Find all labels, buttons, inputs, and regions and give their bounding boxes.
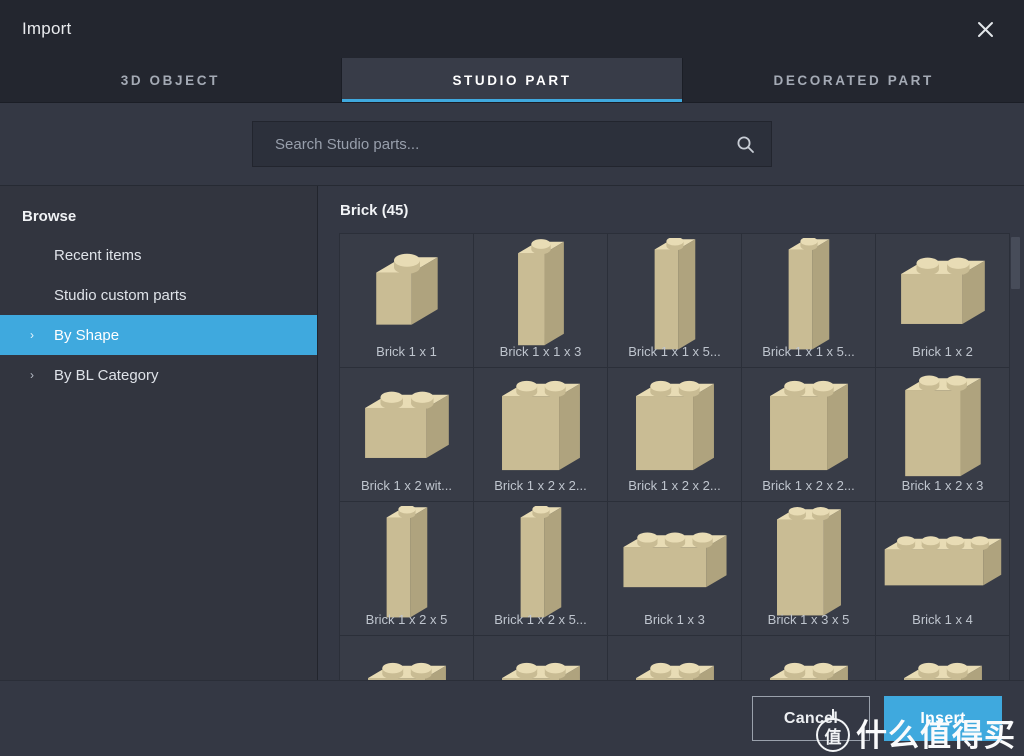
browse-sidebar: Browse Recent items Studio custom parts … [0, 186, 318, 680]
part-cell[interactable] [340, 636, 474, 680]
part-cell[interactable]: Brick 1 x 3 x 5 [742, 502, 876, 636]
tab-label: 3D OBJECT [120, 72, 220, 88]
chevron-right-icon[interactable]: › [30, 368, 54, 382]
part-cell[interactable] [742, 636, 876, 680]
part-cell[interactable]: Brick 1 x 2 x 5 [340, 502, 474, 636]
part-cell[interactable]: Brick 1 x 1 x 3 [474, 234, 608, 368]
part-thumbnail-icon [742, 636, 875, 680]
part-label: Brick 1 x 2 x 5 [365, 612, 448, 627]
part-thumbnail-icon [608, 636, 741, 680]
part-cell[interactable]: Brick 1 x 2 x 2... [608, 368, 742, 502]
part-cell[interactable]: Brick 1 x 2 x 3 [876, 368, 1010, 502]
part-label: Brick 1 x 3 x 5 [767, 612, 850, 627]
part-label: Brick 1 x 2 x 3 [901, 478, 984, 493]
part-cell[interactable]: Brick 1 x 2 wit... [340, 368, 474, 502]
part-label: Brick 1 x 2 wit... [360, 478, 453, 493]
search-zone [0, 103, 1024, 185]
parts-scrollbar-thumb[interactable] [1011, 237, 1020, 289]
part-label: Brick 1 x 2 x 2... [494, 478, 587, 493]
part-label: Brick 1 x 2 x 2... [628, 478, 721, 493]
part-cell[interactable]: Brick 1 x 4 [876, 502, 1010, 636]
import-tabbar: 3D OBJECT STUDIO PART DECORATED PART [0, 58, 1024, 103]
sidebar-item-label: Recent items [54, 246, 142, 264]
dialog-body: Browse Recent items Studio custom parts … [0, 185, 1024, 680]
close-icon[interactable] [968, 12, 1002, 46]
tab-label: DECORATED PART [773, 72, 934, 88]
part-label: Brick 1 x 1 x 3 [499, 344, 582, 359]
part-cell[interactable]: Brick 1 x 2 x 2... [742, 368, 876, 502]
part-cell[interactable] [608, 636, 742, 680]
cancel-button[interactable]: Cancel [752, 696, 870, 741]
sidebar-item-label: By BL Category [54, 366, 159, 384]
search-icon[interactable] [736, 135, 755, 154]
tab-decorated-part[interactable]: DECORATED PART [683, 58, 1024, 102]
sidebar-item-recent-items[interactable]: Recent items [0, 235, 317, 275]
part-cell[interactable] [876, 636, 1010, 680]
part-cell[interactable]: Brick 1 x 1 [340, 234, 474, 368]
tab-label: STUDIO PART [452, 72, 572, 88]
import-dialog: Import 3D OBJECT STUDIO PART DECORATED P… [0, 0, 1024, 756]
sidebar-item-label: By Shape [54, 326, 120, 344]
part-thumbnail-icon [340, 636, 473, 680]
part-thumbnail-icon [474, 636, 607, 680]
parts-scroll-area[interactable]: Brick 1 x 1 Brick 1 x 1 x 3 Brick 1 x 1 x … [318, 233, 1024, 680]
part-cell[interactable]: Brick 1 x 2 x 5... [474, 502, 608, 636]
search-input[interactable] [275, 135, 736, 153]
tab-3d-object[interactable]: 3D OBJECT [0, 58, 342, 102]
browse-header: Browse [22, 208, 77, 225]
parts-scrollbar[interactable] [1011, 233, 1020, 680]
part-cell[interactable]: Brick 1 x 3 [608, 502, 742, 636]
part-cell[interactable]: Brick 1 x 2 x 2... [474, 368, 608, 502]
dialog-title: Import [22, 19, 72, 38]
sidebar-item-studio-custom-parts[interactable]: Studio custom parts [0, 275, 317, 315]
part-cell[interactable]: Brick 1 x 1 x 5... [742, 234, 876, 368]
part-label: Brick 1 x 1 [376, 344, 437, 359]
part-label: Brick 1 x 1 x 5... [628, 344, 721, 359]
part-cell[interactable] [474, 636, 608, 680]
chevron-right-icon[interactable]: › [30, 328, 54, 342]
sidebar-item-by-bl-category[interactable]: › By BL Category [0, 355, 317, 395]
part-label: Brick 1 x 2 [912, 344, 973, 359]
part-cell[interactable]: Brick 1 x 1 x 5... [608, 234, 742, 368]
parts-category-title: Brick (45) [340, 202, 409, 219]
part-label: Brick 1 x 1 x 5... [762, 344, 855, 359]
search-box[interactable] [252, 121, 772, 167]
part-label: Brick 1 x 4 [912, 612, 973, 627]
cancel-button-label: Cancel [783, 709, 839, 727]
insert-button-label: Insert [920, 709, 966, 727]
sidebar-item-label: Studio custom parts [54, 286, 187, 304]
part-thumbnail-icon [876, 636, 1009, 680]
sidebar-item-by-shape[interactable]: › By Shape [0, 315, 317, 355]
dialog-footer: Cancel Insert 值 什么值得买 [0, 680, 1024, 756]
parts-panel: Brick (45) Brick 1 x 1 Brick 1 x 1 x 3 Bri… [318, 186, 1024, 680]
dialog-titlebar: Import [0, 0, 1024, 58]
tab-studio-part[interactable]: STUDIO PART [341, 58, 684, 102]
part-label: Brick 1 x 2 x 5... [494, 612, 587, 627]
part-label: Brick 1 x 3 [644, 612, 705, 627]
part-cell[interactable]: Brick 1 x 2 [876, 234, 1010, 368]
part-label: Brick 1 x 2 x 2... [762, 478, 855, 493]
insert-button[interactable]: Insert [884, 696, 1002, 741]
parts-grid: Brick 1 x 1 Brick 1 x 1 x 3 Brick 1 x 1 x … [339, 233, 1010, 680]
